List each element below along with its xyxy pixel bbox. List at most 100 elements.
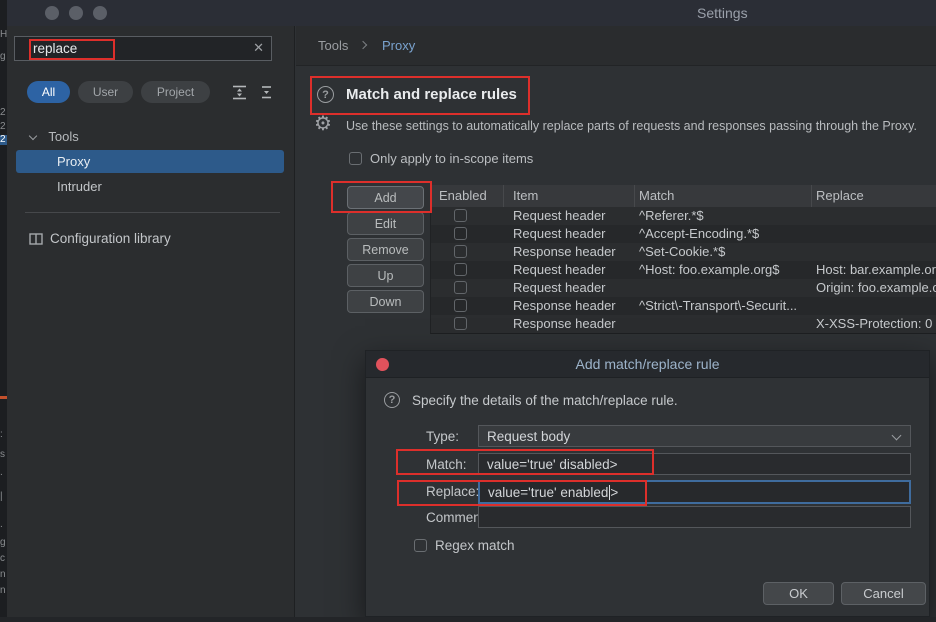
- row-enabled-checkbox[interactable]: [454, 281, 467, 294]
- help-icon[interactable]: ?: [317, 86, 334, 103]
- match-field[interactable]: value='true' disabled>: [478, 453, 911, 475]
- filter-label: User: [93, 85, 118, 99]
- window-control-dot[interactable]: [93, 6, 107, 20]
- sidebar-item-intruder[interactable]: Intruder: [57, 179, 102, 194]
- bg-fragment: n: [0, 586, 6, 596]
- table-row[interactable]: Response header X-XSS-Protection: 0: [431, 315, 936, 333]
- window-title: Settings: [697, 5, 748, 21]
- button-label: Add: [374, 191, 396, 205]
- breadcrumb-tools[interactable]: Tools: [318, 38, 348, 53]
- table-row[interactable]: Request header ^Referer.*$: [431, 207, 936, 225]
- replace-label: Replace:: [426, 484, 479, 499]
- column-header-enabled[interactable]: Enabled: [439, 188, 487, 203]
- chevron-right-icon: [359, 41, 367, 49]
- column-header-item[interactable]: Item: [513, 188, 538, 203]
- regex-match-checkbox-row[interactable]: Regex match: [414, 538, 515, 553]
- button-label: Up: [378, 269, 394, 283]
- section-title: Match and replace rules: [346, 86, 517, 103]
- sidebar-divider: [25, 212, 280, 213]
- bg-fragment: H: [0, 30, 7, 40]
- comment-field[interactable]: [478, 506, 911, 528]
- row-enabled-checkbox[interactable]: [454, 317, 467, 330]
- cell-item: Response header: [513, 298, 616, 313]
- tree-group-label: Tools: [48, 129, 78, 144]
- sidebar-item-configuration-library[interactable]: Configuration library: [29, 231, 171, 246]
- table-row[interactable]: Request header ^Accept-Encoding.*$: [431, 225, 936, 243]
- table-row[interactable]: Response header ^Set-Cookie.*$: [431, 243, 936, 261]
- settings-sidebar: replace ✕ All User Project Tools Proxy I…: [7, 26, 295, 622]
- chevron-down-icon: [29, 132, 37, 140]
- collapse-all-icon[interactable]: [258, 84, 275, 101]
- filter-pill-all[interactable]: All: [27, 81, 70, 103]
- filter-pill-project[interactable]: Project: [141, 81, 210, 103]
- filter-label: All: [42, 85, 55, 99]
- sidebar-item-proxy[interactable]: Proxy: [16, 150, 284, 173]
- dialog-title: Add match/replace rule: [366, 356, 929, 372]
- cell-item: Request header: [513, 226, 606, 241]
- type-value: Request body: [487, 429, 570, 444]
- column-header-match[interactable]: Match: [639, 188, 674, 203]
- button-label: Down: [370, 295, 402, 309]
- search-input[interactable]: replace ✕: [14, 36, 272, 61]
- replace-value: value='true' enabled: [488, 485, 608, 500]
- cell-item: Response header: [513, 244, 616, 259]
- add-match-replace-rule-dialog: Add match/replace rule ? Specify the det…: [365, 350, 930, 617]
- row-enabled-checkbox[interactable]: [454, 299, 467, 312]
- tree-group-tools[interactable]: Tools: [30, 129, 79, 144]
- add-button[interactable]: Add: [347, 186, 424, 209]
- background-window-sliver: H g 2 2 2 : s . | . g c n n: [0, 0, 7, 622]
- bg-fragment: |: [0, 492, 3, 502]
- bg-fragment: g: [0, 538, 6, 548]
- gear-icon: ⚙: [314, 114, 332, 134]
- type-dropdown[interactable]: Request body: [478, 425, 911, 447]
- down-button[interactable]: Down: [347, 290, 424, 313]
- cell-item: Request header: [513, 262, 606, 277]
- library-book-icon: [29, 233, 43, 245]
- cell-match: ^Referer.*$: [639, 208, 704, 223]
- in-scope-checkbox-row[interactable]: Only apply to in-scope items: [349, 151, 533, 166]
- dialog-titlebar: Add match/replace rule: [366, 351, 929, 378]
- window-bottom-edge: [0, 617, 936, 622]
- remove-button[interactable]: Remove: [347, 238, 424, 261]
- breadcrumb: Tools Proxy: [296, 26, 936, 66]
- chevron-down-icon: [892, 431, 902, 441]
- dialog-hint: ? Specify the details of the match/repla…: [384, 392, 678, 408]
- filter-pill-user[interactable]: User: [78, 81, 133, 103]
- cell-replace: Host: bar.example.org: [816, 262, 936, 277]
- window-control-dot[interactable]: [69, 6, 83, 20]
- table-row[interactable]: Request header Origin: foo.example.org: [431, 279, 936, 297]
- replace-value-tail: >: [610, 485, 618, 500]
- dialog-hint-text: Specify the details of the match/replace…: [412, 393, 678, 408]
- ok-button[interactable]: OK: [763, 582, 834, 605]
- cell-item: Request header: [513, 208, 606, 223]
- edit-button[interactable]: Edit: [347, 212, 424, 235]
- section-header: ? Match and replace rules: [317, 86, 517, 103]
- row-enabled-checkbox[interactable]: [454, 227, 467, 240]
- window-control-dot[interactable]: [45, 6, 59, 20]
- up-button[interactable]: Up: [347, 264, 424, 287]
- regex-match-checkbox[interactable]: [414, 539, 427, 552]
- cell-match: ^Set-Cookie.*$: [639, 244, 725, 259]
- replace-field[interactable]: value='true' enabled>: [478, 480, 911, 504]
- bg-fragment: g: [0, 52, 6, 62]
- table-row[interactable]: Response header ^Strict\-Transport\-Secu…: [431, 297, 936, 315]
- cell-match: ^Accept-Encoding.*$: [639, 226, 759, 241]
- clear-search-icon[interactable]: ✕: [253, 40, 264, 56]
- row-enabled-checkbox[interactable]: [454, 245, 467, 258]
- row-enabled-checkbox[interactable]: [454, 263, 467, 276]
- bg-fragment: .: [0, 520, 3, 530]
- help-icon: ?: [384, 392, 400, 408]
- column-separator: [811, 185, 812, 207]
- in-scope-checkbox[interactable]: [349, 152, 362, 165]
- type-label: Type:: [426, 429, 459, 444]
- bg-tab-underline: [0, 396, 7, 399]
- column-header-replace[interactable]: Replace: [816, 188, 864, 203]
- row-enabled-checkbox[interactable]: [454, 209, 467, 222]
- tree-item-label: Proxy: [57, 154, 90, 169]
- cancel-button[interactable]: Cancel: [841, 582, 926, 605]
- table-row[interactable]: Request header ^Host: foo.example.org$ H…: [431, 261, 936, 279]
- expand-all-icon[interactable]: [231, 84, 248, 101]
- breadcrumb-proxy[interactable]: Proxy: [382, 38, 415, 53]
- button-label: OK: [789, 586, 808, 601]
- in-scope-checkbox-label: Only apply to in-scope items: [370, 151, 533, 166]
